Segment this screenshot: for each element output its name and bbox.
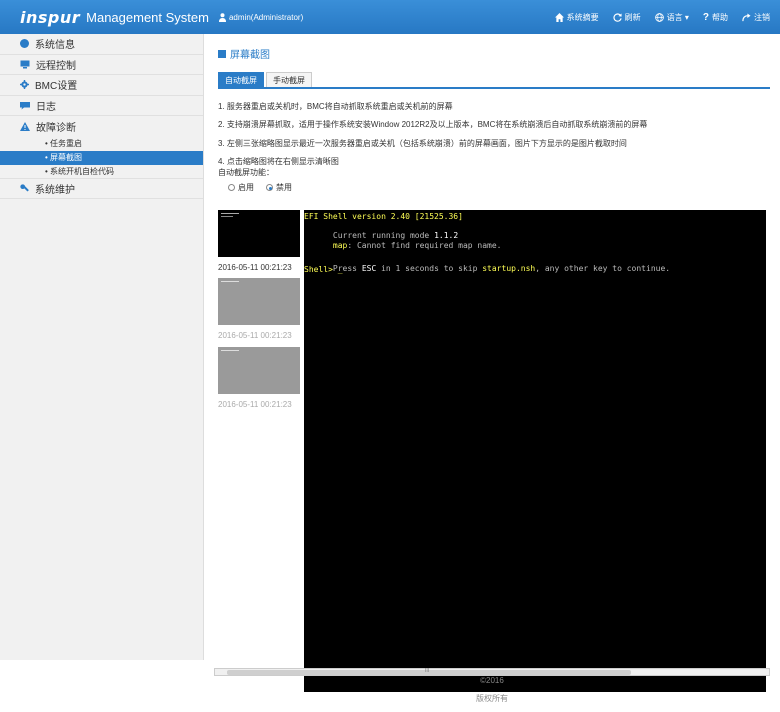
- refresh-link[interactable]: 刷新: [613, 12, 641, 23]
- tab-manual-capture[interactable]: 手动截屏: [266, 72, 312, 87]
- user-name: admin(Administrator): [228, 12, 304, 22]
- radio-enable-circle[interactable]: [228, 184, 235, 191]
- log-icon: [20, 101, 30, 110]
- refresh-icon: [613, 12, 622, 22]
- thumbnail-2-time: 2016-05-11 00:21:23: [218, 331, 292, 340]
- sidebar-item-label: BMC设置: [35, 81, 78, 93]
- page-title-text: 屏幕截图: [230, 50, 270, 61]
- tab-auto-capture[interactable]: 自动截屏: [218, 72, 264, 87]
- thumbnail-text-lines: [221, 350, 239, 351]
- radio-disable-label: 禁用: [276, 183, 292, 192]
- thumbnail-text-lines: [221, 213, 239, 214]
- scrollbar-thumb[interactable]: III: [227, 668, 631, 675]
- screen-text: in 1 seconds to skip: [376, 264, 483, 273]
- sidebar-item-label: 远程控制: [36, 60, 76, 72]
- footer-copyright: ©2016: [480, 676, 504, 685]
- screen-text: startup.nsh: [482, 264, 536, 273]
- sidebar-item-label: 系统维护: [35, 184, 75, 196]
- screen-text: map: [332, 241, 348, 250]
- screen-text: ESC: [361, 264, 377, 273]
- thumbnail-1[interactable]: [218, 210, 300, 257]
- thumbnail-1-time: 2016-05-11 00:21:23: [218, 263, 292, 272]
- sidebar-item-system-info[interactable]: 系统信息: [0, 34, 203, 55]
- radio-disable-circle[interactable]: [266, 184, 273, 191]
- globe-icon: [654, 12, 664, 22]
- top-bar: inspur Management System admin(Administr…: [0, 0, 780, 34]
- screen-text: , any other key to continue.: [535, 264, 671, 273]
- logout-link[interactable]: 注销: [742, 12, 770, 23]
- refresh-label: 刷新: [624, 12, 641, 22]
- instruction-3: 3. 左侧三张缩略图显示最近一次服务器重启或关机（包括系统崩溃）前的屏幕画面，图…: [218, 138, 627, 148]
- wrench-icon: [20, 184, 29, 192]
- scrollbar-grip: III: [425, 668, 430, 674]
- thumbnail-2[interactable]: [218, 278, 300, 325]
- screenshot-preview: EFI Shell version 2.40 [21525.36] Curren…: [304, 210, 766, 692]
- instruction-2: 2. 支持崩溃屏幕抓取，适用于操作系统安装Window 2012R2及以上版本，…: [218, 120, 648, 130]
- thumbnail-3-time: 2016-05-11 00:21:23: [218, 400, 292, 409]
- radio-enable[interactable]: 启用: [228, 182, 254, 193]
- footer: ©2016 版权所有: [204, 676, 780, 704]
- summary-link[interactable]: 系统摘要: [554, 12, 599, 23]
- language-menu[interactable]: 语言 ▾: [654, 12, 689, 23]
- radio-disable[interactable]: 禁用: [266, 182, 292, 193]
- instruction-1: 1. 服务器重启或关机时，BMC将自动抓取系统重启或关机前的屏幕: [218, 102, 453, 111]
- help-icon: ?: [702, 11, 709, 23]
- summary-label: 系统摘要: [566, 12, 599, 22]
- sidebar-item-maintenance[interactable]: 系统维护: [0, 179, 203, 199]
- sidebar-item-label: 系统信息: [35, 40, 75, 52]
- logout-label: 注销: [754, 12, 770, 22]
- thumbnail-text-lines: [221, 216, 233, 217]
- info-icon: [20, 39, 29, 49]
- screen-line-5: Shell> _: [304, 265, 343, 274]
- sidebar: 系统信息 远程控制 BMC设置 日志 故障诊断 • 任务重启 • 屏幕截图 • …: [0, 34, 204, 660]
- monitor-icon: [20, 60, 30, 69]
- user-icon: [218, 12, 226, 22]
- user-info: admin(Administrator): [218, 12, 304, 22]
- sidebar-item-log[interactable]: 日志: [0, 96, 203, 116]
- instructions: 1. 服务器重启或关机时，BMC将自动抓取系统重启或关机前的屏幕 2. 支持崩溃…: [218, 98, 647, 172]
- screen-text: : Cannot find required map name.: [347, 241, 502, 250]
- screen-line-4: Press ESC in 1 seconds to skip startup.n…: [304, 255, 670, 282]
- warning-icon: [20, 121, 30, 131]
- thumbnail-text-lines: [221, 281, 239, 282]
- thumbnail-3[interactable]: [218, 347, 300, 394]
- auto-capture-radio-group: 启用 禁用: [228, 182, 292, 193]
- auto-capture-label: 自动截屏功能：: [218, 168, 274, 177]
- horizontal-scrollbar[interactable]: III: [214, 668, 770, 676]
- header-actions: 系统摘要 刷新 语言 ▾ ? 帮助 注销: [554, 12, 770, 23]
- app-title: Management System: [86, 9, 209, 25]
- brand-logo: inspur: [20, 7, 81, 27]
- logout-icon: [742, 12, 751, 21]
- language-label: 语言 ▾: [666, 12, 689, 22]
- footer-rights: 版权所有: [476, 694, 508, 703]
- sidebar-subitem-task-restart[interactable]: • 任务重启: [0, 137, 203, 151]
- screen-line-1: EFI Shell version 2.40 [21525.36]: [304, 212, 463, 221]
- sidebar-item-bmc-settings[interactable]: BMC设置: [0, 75, 203, 96]
- sidebar-item-label: 故障诊断: [36, 122, 76, 134]
- sidebar-item-label: 日志: [36, 101, 56, 113]
- instruction-4: 4. 点击缩略图将在右侧显示清晰图: [218, 157, 339, 167]
- gear-icon: [20, 80, 29, 90]
- help-label: 帮助: [712, 12, 728, 22]
- sidebar-item-diagnostics[interactable]: 故障诊断: [0, 116, 203, 137]
- sidebar-item-remote-control[interactable]: 远程控制: [0, 55, 203, 75]
- main-content: 屏幕截图 自动截屏 手动截屏 1. 服务器重启或关机时，BMC将自动抓取系统重启…: [204, 34, 780, 692]
- tab-bar: 自动截屏 手动截屏: [218, 72, 770, 89]
- page-title: 屏幕截图: [218, 46, 270, 61]
- title-square-icon: [218, 49, 226, 58]
- sidebar-subitem-screenshot[interactable]: • 屏幕截图: [0, 150, 203, 165]
- radio-enable-label: 启用: [238, 183, 254, 192]
- help-link[interactable]: ? 帮助: [703, 12, 728, 23]
- home-icon: [554, 12, 564, 22]
- sidebar-subitem-post-code[interactable]: • 系统开机自检代码: [0, 165, 203, 179]
